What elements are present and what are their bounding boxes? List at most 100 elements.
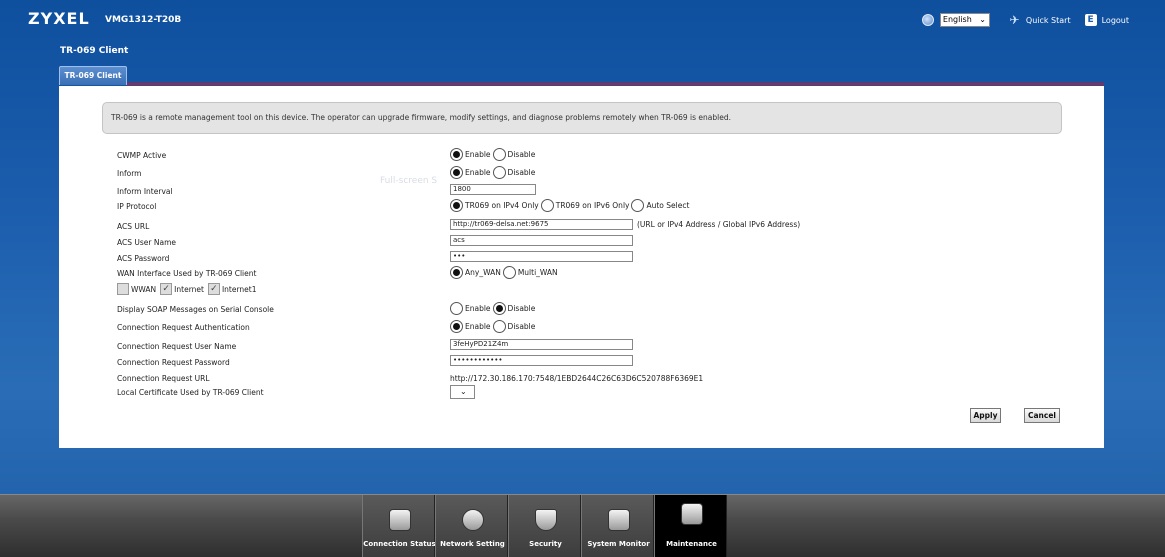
cwmp-enable-radio[interactable]	[450, 148, 463, 161]
acs-url-label: ACS URL	[117, 222, 150, 231]
internet-checkbox[interactable]: ✓	[160, 283, 173, 295]
row-conn-password: Connection Request Password ••••••••••••	[117, 355, 1077, 371]
inform-interval-label: Inform Interval	[117, 187, 173, 196]
content-panel: TR-069 is a remote management tool on th…	[59, 86, 1104, 448]
nav-system-monitor[interactable]: System Monitor	[581, 495, 654, 557]
row-acs-url: ACS URL http://tr069-delsa.net:9675 (URL…	[117, 219, 1077, 235]
inform-label: Inform	[117, 169, 142, 178]
acs-user-label: ACS User Name	[117, 238, 176, 247]
inform-enable-label: Enable	[465, 168, 491, 177]
soap-enable-label: Enable	[465, 304, 491, 313]
connection-status-icon	[389, 509, 411, 531]
gear-icon	[462, 509, 484, 531]
row-local-cert: Local Certificate Used by TR-069 Client …	[117, 385, 1077, 401]
quick-start-link[interactable]: ✈ Quick Start	[1008, 12, 1071, 27]
cwmp-enable-label: Enable	[465, 150, 491, 159]
conn-url-label: Connection Request URL	[117, 374, 210, 383]
acs-user-input[interactable]: acs	[450, 235, 633, 246]
nav-maintenance[interactable]: Maintenance	[654, 495, 727, 557]
nav-security[interactable]: Security	[508, 495, 581, 557]
ipv4-only-radio[interactable]	[450, 199, 463, 212]
nav-label: Security	[529, 540, 562, 548]
conn-auth-disable-radio[interactable]	[492, 320, 506, 333]
soap-disable-radio[interactable]	[492, 302, 506, 315]
multi-wan-radio[interactable]	[502, 266, 516, 279]
nav-label: Connection Status	[363, 540, 436, 548]
soap-enable-radio[interactable]	[450, 302, 463, 315]
quick-start-icon: ✈	[1009, 12, 1020, 27]
cwmp-disable-radio[interactable]	[492, 148, 506, 161]
conn-auth-label: Connection Request Authentication	[117, 323, 250, 332]
language-value: English	[942, 15, 972, 24]
row-conn-auth: Connection Request Authentication Enable…	[117, 320, 1077, 336]
conn-password-input[interactable]: ••••••••••••	[450, 355, 633, 366]
shield-icon	[535, 509, 557, 531]
ipv6-only-label: TR069 on IPv6 Only	[555, 201, 630, 210]
conn-auth-enable-radio[interactable]	[450, 320, 463, 333]
conn-user-input[interactable]: 3feHyPD21Z4m	[450, 339, 633, 350]
local-cert-label: Local Certificate Used by TR-069 Client	[117, 388, 264, 397]
inform-enable-radio[interactable]	[450, 166, 463, 179]
internet1-label: Internet1	[221, 284, 257, 294]
soap-disable-label: Disable	[507, 304, 536, 313]
inform-interval-input[interactable]: 1800	[450, 184, 536, 195]
wan-interface-label: WAN Interface Used by TR-069 Client	[117, 269, 257, 278]
header: ZYXEL VMG1312-T20B English ⌄ ✈ Quick Sta…	[0, 0, 1165, 45]
cancel-button[interactable]: Cancel	[1024, 408, 1060, 423]
auto-select-radio[interactable]	[631, 199, 645, 212]
maintenance-icon	[681, 503, 703, 525]
internet1-checkbox[interactable]: ✓	[207, 283, 220, 295]
nav-connection-status[interactable]: Connection Status	[362, 495, 436, 557]
conn-auth-enable-label: Enable	[465, 322, 491, 331]
wwan-label: WWAN	[131, 284, 157, 294]
multi-wan-label: Multi_WAN	[517, 268, 558, 277]
chevron-down-icon: ⌄	[979, 15, 986, 24]
row-soap: Display SOAP Messages on Serial Console …	[117, 302, 1077, 318]
nav-network-setting[interactable]: Network Setting	[435, 495, 508, 557]
soap-label: Display SOAP Messages on Serial Console	[117, 305, 274, 314]
acs-password-input[interactable]: •••	[450, 251, 633, 262]
cwmp-active-label: CWMP Active	[117, 151, 167, 160]
info-box: TR-069 is a remote management tool on th…	[102, 102, 1062, 134]
ipv4-only-label: TR069 on IPv4 Only	[465, 201, 539, 210]
cwmp-disable-label: Disable	[507, 150, 536, 159]
row-wan-interface: WAN Interface Used by TR-069 Client Any_…	[117, 266, 1077, 282]
acs-password-label: ACS Password	[117, 254, 170, 263]
language-select[interactable]: English ⌄	[939, 13, 990, 27]
bottom-nav-bar: Connection Status Network Setting Securi…	[0, 494, 1165, 557]
nav-label: Maintenance	[666, 540, 717, 548]
ip-protocol-label: IP Protocol	[117, 202, 157, 211]
ipv6-only-radio[interactable]	[540, 199, 554, 212]
quick-start-label: Quick Start	[1025, 15, 1071, 25]
conn-password-label: Connection Request Password	[117, 358, 230, 367]
acs-url-input[interactable]: http://tr069-delsa.net:9675	[450, 219, 633, 230]
globe-icon	[921, 14, 934, 26]
any-wan-label: Any_WAN	[465, 268, 501, 277]
chevron-down-icon: ⌄	[460, 387, 467, 396]
row-inform: Inform Enable Disable	[117, 166, 1077, 182]
inform-disable-radio[interactable]	[492, 166, 506, 179]
tab-tr069-client[interactable]: TR-069 Client	[59, 66, 127, 85]
monitor-icon	[608, 509, 630, 531]
internet-label: Internet	[174, 284, 204, 294]
apply-button[interactable]: Apply	[970, 408, 1001, 423]
acs-url-hint: (URL or IPv4 Address / Global IPv6 Addre…	[637, 220, 801, 229]
row-cwmp-active: CWMP Active Enable Disable	[117, 148, 1077, 164]
wwan-checkbox[interactable]	[117, 283, 129, 295]
nav-label: Network Setting	[440, 540, 505, 548]
conn-url-value: http://172.30.186.170:7548/1EBD2644C26C6…	[450, 374, 704, 383]
local-cert-select[interactable]: ⌄	[450, 385, 475, 399]
page-title: TR-069 Client	[60, 46, 129, 56]
inform-disable-label: Disable	[507, 168, 536, 177]
row-wan-checks: WWAN ✓ Internet ✓ Internet1	[117, 283, 1077, 299]
row-conn-user: Connection Request User Name 3feHyPD21Z4…	[117, 339, 1077, 355]
auto-select-label: Auto Select	[646, 201, 690, 210]
conn-user-label: Connection Request User Name	[117, 342, 237, 351]
any-wan-radio[interactable]	[450, 266, 463, 279]
logout-label: Logout	[1101, 15, 1129, 25]
row-inform-interval: Inform Interval 1800	[117, 184, 1077, 200]
fullscreen-overlay-text: Full-screen S	[380, 176, 438, 186]
logout-link[interactable]: E Logout	[1084, 14, 1129, 26]
row-acs-password: ACS Password •••	[117, 251, 1077, 267]
conn-auth-disable-label: Disable	[507, 322, 536, 331]
